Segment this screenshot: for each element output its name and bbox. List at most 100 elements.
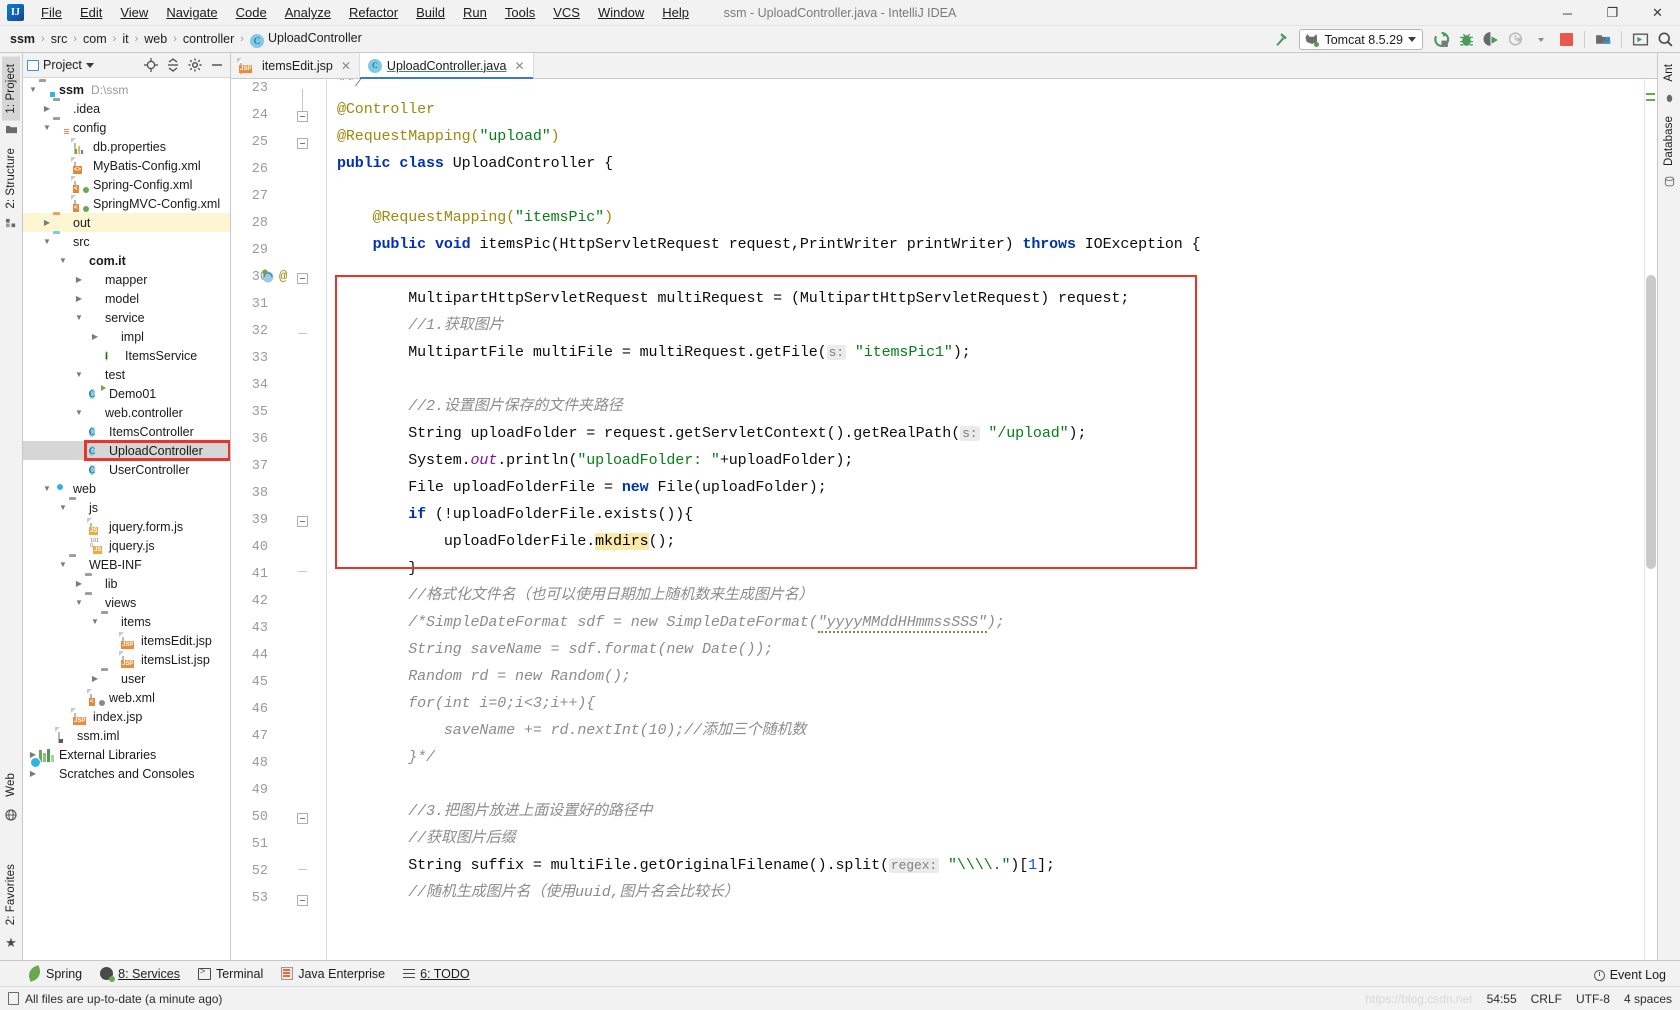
tree-node-impl[interactable]: ▶ impl [23, 327, 230, 346]
breadcrumb-item-it[interactable]: it [119, 31, 131, 47]
line-separator[interactable]: CRLF [1531, 992, 1562, 1006]
tool-window-tab-database[interactable]: Database [1660, 109, 1678, 173]
close-button[interactable]: ✕ [1635, 0, 1680, 26]
bottom-tab-todo[interactable]: 6: TODO [403, 967, 470, 981]
tree-node-lib[interactable]: ▶ lib [23, 574, 230, 593]
tree-node-idea[interactable]: ▶ .idea [23, 99, 230, 118]
fold-marker[interactable] [297, 813, 308, 824]
editor-area[interactable]: 23 24 25 26 27 28 29 30 31 32 33 34 35 3… [231, 79, 1657, 960]
run-with-coverage-icon[interactable] [1480, 29, 1502, 51]
menu-window[interactable]: Window [589, 2, 653, 23]
breadcrumb-item-web[interactable]: web [141, 31, 170, 47]
caret-position[interactable]: 54:55 [1487, 992, 1517, 1006]
tool-window-tab-web[interactable]: Web [2, 766, 20, 804]
tree-node-index-jsp[interactable]: JSP index.jsp [23, 707, 230, 726]
chevron-down-icon[interactable]: ▼ [73, 370, 85, 379]
tool-window-tab-structure[interactable]: 2: Structure [2, 141, 20, 216]
editor-gutter[interactable]: 23 24 25 26 27 28 29 30 31 32 33 34 35 3… [231, 79, 327, 960]
maximize-button[interactable]: ❐ [1590, 0, 1635, 26]
chevron-right-icon[interactable]: ▶ [41, 218, 53, 227]
code-text[interactable]: **/ @Controller @RequestMapping("upload"… [327, 79, 1644, 960]
bottom-tab-spring[interactable]: Spring [26, 965, 82, 982]
chevron-down-icon[interactable]: ▼ [41, 484, 53, 493]
tool-window-tab-ant[interactable]: Ant [1660, 57, 1678, 89]
chevron-down-icon[interactable]: ▼ [89, 617, 101, 626]
editor-marker-strip[interactable] [1644, 79, 1657, 960]
minimize-button[interactable]: ─ [1545, 0, 1590, 26]
spring-mapping-gutter-icon[interactable] [261, 269, 277, 283]
chevron-down-icon[interactable]: ▼ [57, 503, 69, 512]
project-view-chevron-down-icon[interactable] [85, 62, 94, 68]
annotation-gutter-icon[interactable]: @ [279, 269, 295, 285]
bottom-tab-services[interactable]: 8: Services [100, 967, 180, 982]
bottom-tab-java-enterprise[interactable]: Java Enterprise [281, 967, 385, 981]
chevron-right-icon[interactable]: ▶ [89, 332, 101, 341]
tree-node-db-properties[interactable]: db.properties [23, 137, 230, 156]
tree-node-com-it[interactable]: ▼ com.it [23, 251, 230, 270]
inspection-marker[interactable] [1646, 93, 1655, 95]
inspection-marker[interactable] [1646, 99, 1655, 101]
chevron-down-icon[interactable]: ▼ [57, 256, 69, 265]
menu-view[interactable]: View [111, 2, 157, 23]
tree-node-demo01[interactable]: C Demo01 [23, 384, 230, 403]
breadcrumb-item-ssm[interactable]: ssm [7, 31, 38, 47]
tool-window-tab-favorites[interactable]: 2: Favorites [2, 857, 20, 932]
tree-node-js[interactable]: ▼ js [23, 498, 230, 517]
tree-node-web-inf[interactable]: ▼ WEB-INF [23, 555, 230, 574]
menu-analyze[interactable]: Analyze [276, 2, 340, 23]
search-everywhere-icon[interactable] [1654, 29, 1676, 51]
menu-file[interactable]: File [32, 2, 71, 23]
tree-node-springmvc-config[interactable]: < SpringMVC-Config.xml [23, 194, 230, 213]
menu-edit[interactable]: Edit [71, 2, 111, 23]
encoding[interactable]: UTF-8 [1576, 992, 1610, 1006]
tree-node-web[interactable]: ▼ web [23, 479, 230, 498]
editor-tab-itemsedit-jsp[interactable]: JSP itemsEdit.jsp ✕ [231, 53, 360, 78]
tree-node-itemsedit-jsp[interactable]: JSP itemsEdit.jsp [23, 631, 230, 650]
close-icon[interactable]: ✕ [514, 59, 524, 73]
locate-icon[interactable] [142, 56, 160, 74]
breadcrumb-item-src[interactable]: src [48, 31, 71, 47]
tree-node-uploadcontroller[interactable]: C UploadController [23, 440, 230, 461]
breadcrumb-item-uploadcontroller[interactable]: C UploadController [247, 30, 365, 49]
editor-tab-uploadcontroller-java[interactable]: C UploadController.java ✕ [359, 53, 534, 79]
profile-dropdown-icon[interactable] [1530, 29, 1552, 51]
menu-build[interactable]: Build [407, 2, 454, 23]
tree-node-scratches-consoles[interactable]: ▶ Scratches and Consoles [23, 764, 230, 783]
menu-navigate[interactable]: Navigate [157, 2, 226, 23]
chevron-down-icon[interactable]: ▼ [41, 123, 53, 132]
run-icon[interactable] [1430, 29, 1452, 51]
tree-node-test[interactable]: ▼ test [23, 365, 230, 384]
tree-node-web-xml[interactable]: < web.xml [23, 688, 230, 707]
close-icon[interactable]: ✕ [341, 59, 351, 73]
menu-tools[interactable]: Tools [496, 2, 544, 23]
tree-node-usercontroller[interactable]: C UserController [23, 460, 230, 479]
chevron-down-icon[interactable]: ▼ [41, 237, 53, 246]
chevron-right-icon[interactable]: ▶ [73, 294, 85, 303]
hide-icon[interactable] [208, 56, 226, 74]
tree-node-config[interactable]: ▼ config [23, 118, 230, 137]
gear-icon[interactable] [186, 56, 204, 74]
tree-node-user[interactable]: ▶ user [23, 669, 230, 688]
tree-node-items[interactable]: ▼ items [23, 612, 230, 631]
fold-marker[interactable] [297, 516, 308, 527]
tree-node-web-controller[interactable]: ▼ web.controller [23, 403, 230, 422]
chevron-right-icon[interactable]: ▶ [27, 769, 39, 778]
fold-marker[interactable] [297, 895, 308, 906]
fold-marker[interactable] [297, 273, 308, 284]
collapse-all-icon[interactable] [164, 56, 182, 74]
menu-run[interactable]: Run [454, 2, 496, 23]
tree-node-ssm[interactable]: ▼ ssm D:\ssm [23, 80, 230, 99]
fold-marker[interactable] [297, 138, 308, 149]
fold-marker[interactable] [297, 111, 308, 122]
tree-node-service[interactable]: ▼ service [23, 308, 230, 327]
tree-node-out[interactable]: ▶ out [23, 213, 230, 232]
stop-icon[interactable] [1555, 29, 1577, 51]
tree-node-views[interactable]: ▼ views [23, 593, 230, 612]
menu-vcs[interactable]: VCS [544, 2, 589, 23]
chevron-down-icon[interactable]: ▼ [73, 598, 85, 607]
chevron-down-icon[interactable]: ▼ [73, 313, 85, 322]
indent-setting[interactable]: 4 spaces [1624, 992, 1672, 1006]
chevron-down-icon[interactable]: ▼ [57, 560, 69, 569]
debug-icon[interactable] [1455, 29, 1477, 51]
tree-node-spring-config[interactable]: < Spring-Config.xml [23, 175, 230, 194]
